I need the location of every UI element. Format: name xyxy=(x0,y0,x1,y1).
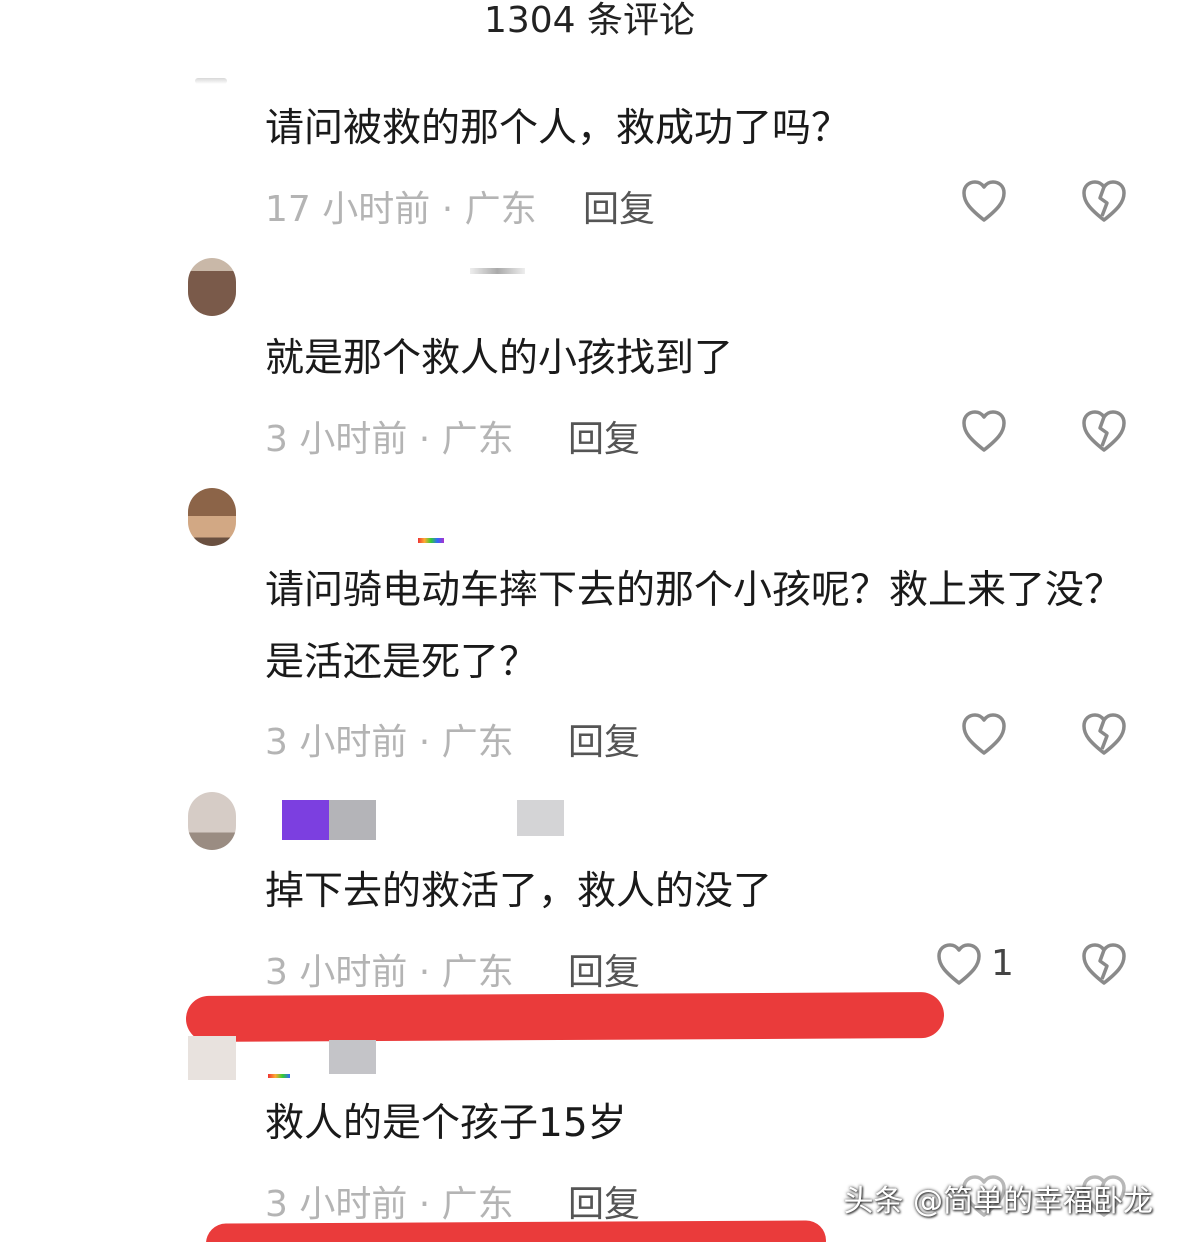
like-button[interactable] xyxy=(960,178,1008,224)
avatar[interactable] xyxy=(195,78,227,84)
red-highlight-stroke xyxy=(205,1220,827,1242)
comment-text: 掉下去的救活了，救人的没了 xyxy=(265,869,773,914)
red-highlight-stroke xyxy=(185,992,945,1042)
username-badge xyxy=(268,1074,290,1078)
broken-heart-icon xyxy=(1082,713,1126,755)
comment-meta: 3 小时前 · 广东 xyxy=(265,952,514,993)
comments-page: 1304 条评论 请问被救的那个人，救成功了吗？ 17 小时前 · 广东 回复 … xyxy=(0,0,1179,1242)
dislike-button[interactable] xyxy=(1080,711,1128,757)
comment-meta: 3 小时前 · 广东 xyxy=(265,1184,514,1225)
broken-heart-icon xyxy=(1082,180,1126,222)
username-badge xyxy=(418,538,444,543)
comment-text: 就是那个救人的小孩找到了 xyxy=(265,336,734,381)
username[interactable] xyxy=(470,268,525,274)
comment-meta: 3 小时前 · 广东 xyxy=(265,419,514,460)
comment-text: 请问骑电动车摔下去的那个小孩呢？救上来了没？是活还是死了？ xyxy=(265,568,1124,685)
broken-heart-icon xyxy=(1082,943,1126,985)
comment-meta: 3 小时前 · 广东 xyxy=(265,722,514,763)
comment-text: 请问被救的那个人，救成功了吗？ xyxy=(265,106,851,151)
reply-button[interactable]: 回复 xyxy=(568,713,640,765)
avatar[interactable] xyxy=(188,792,236,850)
reply-button[interactable]: 回复 xyxy=(568,1175,640,1227)
reply-button[interactable]: 回复 xyxy=(568,943,640,995)
username xyxy=(517,800,564,836)
username xyxy=(329,1040,376,1074)
reply-button[interactable]: 回复 xyxy=(583,180,655,232)
like-count: 1 xyxy=(991,943,1014,984)
avatar[interactable] xyxy=(188,488,236,546)
heart-icon xyxy=(962,713,1006,755)
username xyxy=(329,800,376,840)
broken-heart-icon xyxy=(1082,410,1126,452)
username[interactable] xyxy=(282,800,329,840)
dislike-button[interactable] xyxy=(1080,408,1128,454)
heart-icon xyxy=(937,943,981,985)
comment-text: 救人的是个孩子15岁 xyxy=(265,1101,627,1146)
dislike-button[interactable] xyxy=(1080,941,1128,987)
avatar[interactable] xyxy=(188,258,236,316)
like-button[interactable] xyxy=(960,711,1008,757)
dislike-button[interactable] xyxy=(1080,178,1128,224)
heart-icon xyxy=(962,180,1006,222)
heart-icon xyxy=(962,410,1006,452)
watermark: 头条 @简单的幸福卧龙 xyxy=(843,1184,1153,1219)
avatar[interactable] xyxy=(188,1036,236,1080)
comment-count-title: 1304 条评论 xyxy=(483,0,696,41)
reply-button[interactable]: 回复 xyxy=(568,410,640,462)
like-button[interactable] xyxy=(960,408,1008,454)
like-button[interactable] xyxy=(935,941,983,987)
comment-meta: 17 小时前 · 广东 xyxy=(265,189,537,230)
